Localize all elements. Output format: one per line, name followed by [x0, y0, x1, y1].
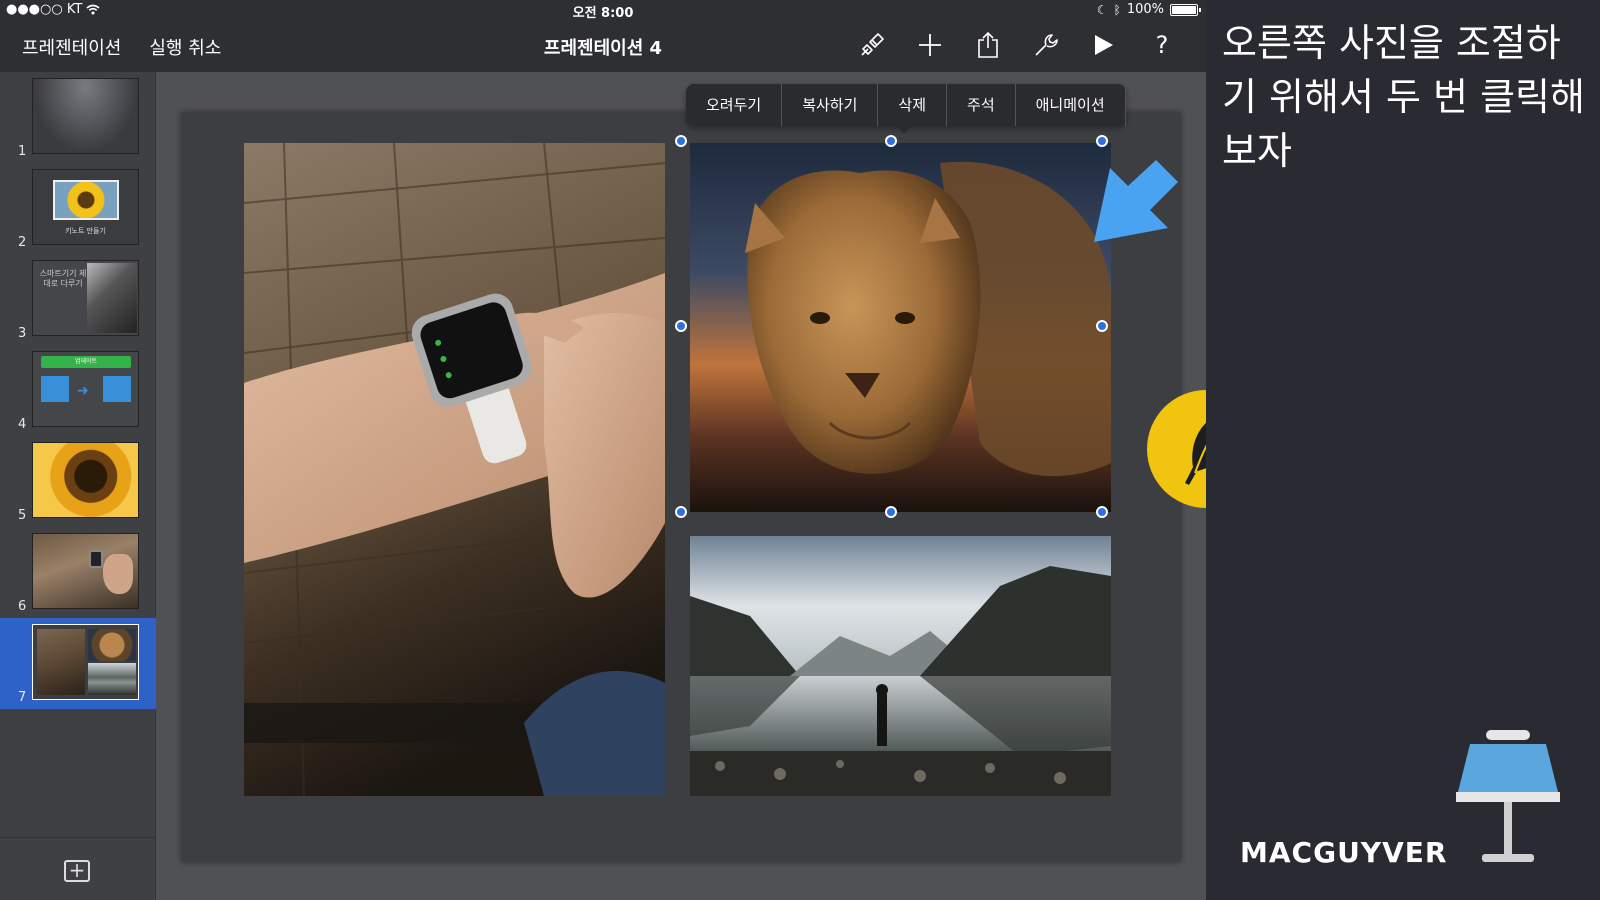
slide-number: 1 — [18, 144, 27, 159]
add-slide-button[interactable]: + — [64, 860, 90, 882]
slide-5-preview — [32, 442, 139, 518]
add-slide-glyph: + — [68, 858, 86, 882]
slide-thumbnail-2[interactable]: 키노트 만들기 2 — [0, 163, 156, 254]
slide-3-caption: 스마트기기 제대로 다루기 — [39, 269, 87, 288]
resize-handle-top[interactable] — [885, 135, 897, 147]
slide-2-caption: 키노트 만들기 — [65, 227, 106, 235]
slide-thumbnail-4[interactable]: 업데이트 ➜ 4 — [0, 345, 156, 436]
slide-2-preview: 키노트 만들기 — [32, 169, 139, 245]
slide-number: 7 — [18, 690, 27, 705]
edit-context-menu: 오려두기 복사하기 삭제 주석 애니메이션 — [686, 84, 1126, 134]
presentations-button[interactable]: 프레젠테이션 — [22, 34, 121, 60]
battery-icon — [1170, 3, 1201, 16]
slide-canvas[interactable] — [181, 112, 1181, 862]
laptop-image — [87, 263, 137, 333]
slide-number: 6 — [18, 599, 27, 614]
slide-6-preview — [32, 533, 139, 609]
slide-canvas-area — [157, 72, 1206, 900]
lake-photo-art — [690, 536, 1111, 796]
format-brush-icon[interactable] — [858, 30, 886, 60]
brand-label: MACGUYVER — [1240, 836, 1448, 869]
hand-shape — [103, 554, 133, 594]
slide-number: 2 — [18, 235, 27, 250]
toolbar-left: 프레젠테이션 실행 취소 — [22, 34, 221, 60]
mini-watch-photo — [37, 629, 85, 695]
resize-handle-bottom-left[interactable] — [675, 506, 687, 518]
play-icon[interactable] — [1090, 30, 1118, 60]
resize-handle-top-left[interactable] — [675, 135, 687, 147]
screenshot-root: ●●●○○ KT 오전 8:00 ☾ ᛒ 100% 프레젠테이션 실행 취소 프… — [0, 0, 1600, 900]
box-right — [103, 376, 131, 402]
resize-handle-right[interactable] — [1096, 320, 1108, 332]
slide-4-preview: 업데이트 ➜ — [32, 351, 139, 427]
lion-photo-art — [690, 143, 1111, 512]
battery-percent: 100% — [1126, 2, 1164, 17]
resize-handle-bottom-right[interactable] — [1096, 506, 1108, 518]
tools-wrench-icon[interactable] — [1032, 30, 1060, 60]
mini-lion-photo — [88, 629, 136, 661]
keynote-app: ●●●○○ KT 오전 8:00 ☾ ᛒ 100% 프레젠테이션 실행 취소 프… — [0, 0, 1206, 900]
toolbar: 프레젠테이션 실행 취소 프레젠테이션 4 ? — [0, 20, 1206, 72]
watch-photo[interactable] — [244, 143, 665, 796]
slide-number: 5 — [18, 508, 27, 523]
sunflower-image — [53, 180, 119, 220]
slide-navigator: 1 키노트 만들기 2 스마트기기 제대로 다루기 3 업데이트 ➜ 4 5 6… — [0, 72, 156, 900]
slide-3-preview: 스마트기기 제대로 다루기 — [32, 260, 139, 336]
resize-handle-bottom[interactable] — [885, 506, 897, 518]
undo-button[interactable]: 실행 취소 — [149, 34, 221, 60]
sidebar-divider — [0, 837, 156, 838]
caption-panel: 오른쪽 사진을 조절하기 위해서 두 번 클릭해보자 MACGUYVER — [1206, 0, 1600, 900]
slide-4-header: 업데이트 — [41, 356, 131, 368]
menu-item-cut[interactable]: 오려두기 — [686, 84, 783, 126]
lake-photo[interactable] — [690, 536, 1111, 796]
slide-7-preview — [32, 624, 139, 700]
pointer-arrow-icon — [1094, 160, 1178, 242]
battery-fill — [1172, 5, 1196, 14]
resize-handle-top-right[interactable] — [1096, 135, 1108, 147]
status-bar: ●●●○○ KT 오전 8:00 ☾ ᛒ 100% — [0, 0, 1206, 21]
menu-item-delete[interactable]: 삭제 — [878, 84, 948, 126]
panel-caption: 오른쪽 사진을 조절하기 위해서 두 번 클릭해보자 — [1222, 21, 1585, 173]
lion-photo[interactable] — [690, 143, 1111, 512]
resize-handle-left[interactable] — [675, 320, 687, 332]
bluetooth-icon: ᛒ — [1113, 2, 1121, 17]
mini-lake-photo — [88, 663, 136, 695]
slide-thumbnail-3[interactable]: 스마트기기 제대로 다루기 3 — [0, 254, 156, 345]
slide-thumbnail-7[interactable]: 7 — [0, 618, 156, 709]
arrow-shape: ➜ — [77, 383, 89, 399]
menu-pointer — [896, 126, 912, 134]
document-title[interactable]: 프레젠테이션 4 — [544, 38, 662, 59]
help-icon[interactable]: ? — [1148, 30, 1176, 60]
keynote-app-icon — [1456, 730, 1560, 862]
slide-number: 4 — [18, 417, 27, 432]
box-left — [41, 376, 69, 402]
menu-item-comment[interactable]: 주석 — [947, 84, 1016, 126]
menu-item-animation[interactable]: 애니메이션 — [1016, 84, 1126, 126]
moon-icon: ☾ — [1096, 2, 1108, 17]
slide-thumbnail-6[interactable]: 6 — [0, 527, 156, 618]
watch-shape — [89, 550, 103, 568]
slide-number: 3 — [18, 326, 27, 341]
toolbar-right: ? — [858, 30, 1176, 60]
clock: 오전 8:00 — [572, 6, 634, 21]
slide-thumbnail-1[interactable]: 1 — [0, 72, 156, 163]
status-right-group: ☾ ᛒ 100% — [1096, 2, 1201, 17]
slide-1-preview — [32, 78, 139, 154]
slide-thumbnail-5[interactable]: 5 — [0, 436, 156, 527]
add-icon[interactable] — [916, 30, 944, 60]
help-glyph: ? — [1155, 31, 1169, 59]
menu-item-copy[interactable]: 복사하기 — [782, 84, 879, 126]
watch-photo-art — [244, 143, 665, 796]
share-icon[interactable] — [974, 30, 1002, 60]
